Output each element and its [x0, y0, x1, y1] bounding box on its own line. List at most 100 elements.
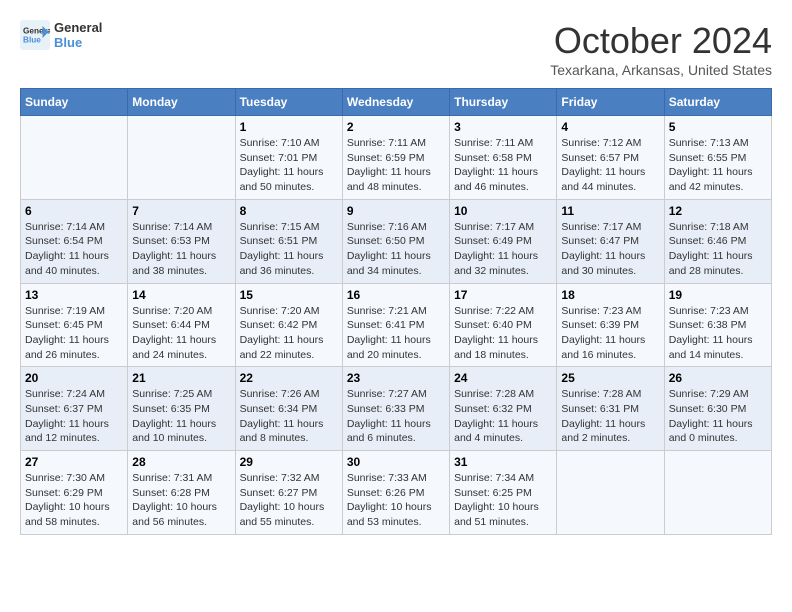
- calendar-cell: 28 Sunrise: 7:31 AM Sunset: 6:28 PM Dayl…: [128, 451, 235, 535]
- daylight: Daylight: 10 hours and 51 minutes.: [454, 501, 539, 528]
- day-number: 30: [347, 455, 445, 469]
- sunrise: Sunrise: 7:22 AM: [454, 305, 534, 317]
- calendar-cell: 15 Sunrise: 7:20 AM Sunset: 6:42 PM Dayl…: [235, 283, 342, 367]
- sunrise: Sunrise: 7:13 AM: [669, 137, 749, 149]
- day-number: 23: [347, 371, 445, 385]
- sunrise: Sunrise: 7:20 AM: [240, 305, 320, 317]
- sunset: Sunset: 6:30 PM: [669, 403, 747, 415]
- calendar-week: 1 Sunrise: 7:10 AM Sunset: 7:01 PM Dayli…: [21, 116, 772, 200]
- daylight: Daylight: 11 hours and 12 minutes.: [25, 418, 109, 445]
- calendar-cell: 25 Sunrise: 7:28 AM Sunset: 6:31 PM Dayl…: [557, 367, 664, 451]
- daylight: Daylight: 11 hours and 28 minutes.: [669, 250, 753, 277]
- sunrise: Sunrise: 7:17 AM: [561, 221, 641, 233]
- day-number: 27: [25, 455, 123, 469]
- calendar-cell: 23 Sunrise: 7:27 AM Sunset: 6:33 PM Dayl…: [342, 367, 449, 451]
- day-info: Sunrise: 7:31 AM Sunset: 6:28 PM Dayligh…: [132, 471, 230, 530]
- sunrise: Sunrise: 7:19 AM: [25, 305, 105, 317]
- header-row: SundayMondayTuesdayWednesdayThursdayFrid…: [21, 89, 772, 116]
- sunset: Sunset: 6:58 PM: [454, 152, 532, 164]
- day-number: 4: [561, 120, 659, 134]
- sunset: Sunset: 6:33 PM: [347, 403, 425, 415]
- sunset: Sunset: 6:26 PM: [347, 487, 425, 499]
- month-title: October 2024: [550, 20, 772, 62]
- day-info: Sunrise: 7:18 AM Sunset: 6:46 PM Dayligh…: [669, 220, 767, 279]
- calendar-week: 6 Sunrise: 7:14 AM Sunset: 6:54 PM Dayli…: [21, 199, 772, 283]
- calendar-cell: 13 Sunrise: 7:19 AM Sunset: 6:45 PM Dayl…: [21, 283, 128, 367]
- day-number: 12: [669, 204, 767, 218]
- calendar-cell: 2 Sunrise: 7:11 AM Sunset: 6:59 PM Dayli…: [342, 116, 449, 200]
- calendar-cell: 17 Sunrise: 7:22 AM Sunset: 6:40 PM Dayl…: [450, 283, 557, 367]
- day-number: 18: [561, 288, 659, 302]
- logo-icon: General Blue: [20, 20, 50, 50]
- sunset: Sunset: 7:01 PM: [240, 152, 318, 164]
- day-info: Sunrise: 7:14 AM Sunset: 6:53 PM Dayligh…: [132, 220, 230, 279]
- logo: General Blue General Blue: [20, 20, 102, 50]
- daylight: Daylight: 11 hours and 16 minutes.: [561, 334, 645, 361]
- daylight: Daylight: 11 hours and 34 minutes.: [347, 250, 431, 277]
- calendar-cell: 10 Sunrise: 7:17 AM Sunset: 6:49 PM Dayl…: [450, 199, 557, 283]
- daylight: Daylight: 10 hours and 53 minutes.: [347, 501, 432, 528]
- sunset: Sunset: 6:57 PM: [561, 152, 639, 164]
- sunrise: Sunrise: 7:18 AM: [669, 221, 749, 233]
- daylight: Daylight: 11 hours and 0 minutes.: [669, 418, 753, 445]
- sunrise: Sunrise: 7:30 AM: [25, 472, 105, 484]
- sunset: Sunset: 6:46 PM: [669, 235, 747, 247]
- calendar-body: 1 Sunrise: 7:10 AM Sunset: 7:01 PM Dayli…: [21, 116, 772, 535]
- calendar-cell: 21 Sunrise: 7:25 AM Sunset: 6:35 PM Dayl…: [128, 367, 235, 451]
- sunset: Sunset: 6:50 PM: [347, 235, 425, 247]
- sunset: Sunset: 6:41 PM: [347, 319, 425, 331]
- title-block: October 2024 Texarkana, Arkansas, United…: [550, 20, 772, 78]
- day-info: Sunrise: 7:14 AM Sunset: 6:54 PM Dayligh…: [25, 220, 123, 279]
- daylight: Daylight: 11 hours and 48 minutes.: [347, 166, 431, 193]
- day-info: Sunrise: 7:23 AM Sunset: 6:38 PM Dayligh…: [669, 304, 767, 363]
- daylight: Daylight: 10 hours and 58 minutes.: [25, 501, 110, 528]
- day-info: Sunrise: 7:10 AM Sunset: 7:01 PM Dayligh…: [240, 136, 338, 195]
- daylight: Daylight: 11 hours and 22 minutes.: [240, 334, 324, 361]
- calendar-cell: 5 Sunrise: 7:13 AM Sunset: 6:55 PM Dayli…: [664, 116, 771, 200]
- sunrise: Sunrise: 7:28 AM: [561, 388, 641, 400]
- day-info: Sunrise: 7:19 AM Sunset: 6:45 PM Dayligh…: [25, 304, 123, 363]
- sunset: Sunset: 6:28 PM: [132, 487, 210, 499]
- calendar-cell: 27 Sunrise: 7:30 AM Sunset: 6:29 PM Dayl…: [21, 451, 128, 535]
- day-info: Sunrise: 7:33 AM Sunset: 6:26 PM Dayligh…: [347, 471, 445, 530]
- sunset: Sunset: 6:37 PM: [25, 403, 103, 415]
- day-number: 22: [240, 371, 338, 385]
- daylight: Daylight: 11 hours and 30 minutes.: [561, 250, 645, 277]
- daylight: Daylight: 11 hours and 26 minutes.: [25, 334, 109, 361]
- day-info: Sunrise: 7:24 AM Sunset: 6:37 PM Dayligh…: [25, 387, 123, 446]
- day-number: 21: [132, 371, 230, 385]
- sunrise: Sunrise: 7:17 AM: [454, 221, 534, 233]
- sunset: Sunset: 6:39 PM: [561, 319, 639, 331]
- svg-text:Blue: Blue: [23, 36, 41, 45]
- calendar-cell: 16 Sunrise: 7:21 AM Sunset: 6:41 PM Dayl…: [342, 283, 449, 367]
- weekday-header: Wednesday: [342, 89, 449, 116]
- day-info: Sunrise: 7:22 AM Sunset: 6:40 PM Dayligh…: [454, 304, 552, 363]
- day-number: 19: [669, 288, 767, 302]
- sunset: Sunset: 6:38 PM: [669, 319, 747, 331]
- day-number: 11: [561, 204, 659, 218]
- calendar-cell: [664, 451, 771, 535]
- location: Texarkana, Arkansas, United States: [550, 62, 772, 78]
- calendar-cell: 18 Sunrise: 7:23 AM Sunset: 6:39 PM Dayl…: [557, 283, 664, 367]
- day-number: 24: [454, 371, 552, 385]
- calendar-header: SundayMondayTuesdayWednesdayThursdayFrid…: [21, 89, 772, 116]
- day-number: 8: [240, 204, 338, 218]
- sunrise: Sunrise: 7:24 AM: [25, 388, 105, 400]
- calendar-cell: 29 Sunrise: 7:32 AM Sunset: 6:27 PM Dayl…: [235, 451, 342, 535]
- day-info: Sunrise: 7:17 AM Sunset: 6:49 PM Dayligh…: [454, 220, 552, 279]
- sunrise: Sunrise: 7:16 AM: [347, 221, 427, 233]
- sunset: Sunset: 6:54 PM: [25, 235, 103, 247]
- day-number: 17: [454, 288, 552, 302]
- daylight: Daylight: 11 hours and 4 minutes.: [454, 418, 538, 445]
- sunset: Sunset: 6:25 PM: [454, 487, 532, 499]
- day-number: 15: [240, 288, 338, 302]
- calendar-cell: 12 Sunrise: 7:18 AM Sunset: 6:46 PM Dayl…: [664, 199, 771, 283]
- sunset: Sunset: 6:40 PM: [454, 319, 532, 331]
- daylight: Daylight: 11 hours and 20 minutes.: [347, 334, 431, 361]
- sunrise: Sunrise: 7:33 AM: [347, 472, 427, 484]
- day-info: Sunrise: 7:11 AM Sunset: 6:58 PM Dayligh…: [454, 136, 552, 195]
- sunrise: Sunrise: 7:27 AM: [347, 388, 427, 400]
- day-info: Sunrise: 7:17 AM Sunset: 6:47 PM Dayligh…: [561, 220, 659, 279]
- sunset: Sunset: 6:32 PM: [454, 403, 532, 415]
- sunset: Sunset: 6:55 PM: [669, 152, 747, 164]
